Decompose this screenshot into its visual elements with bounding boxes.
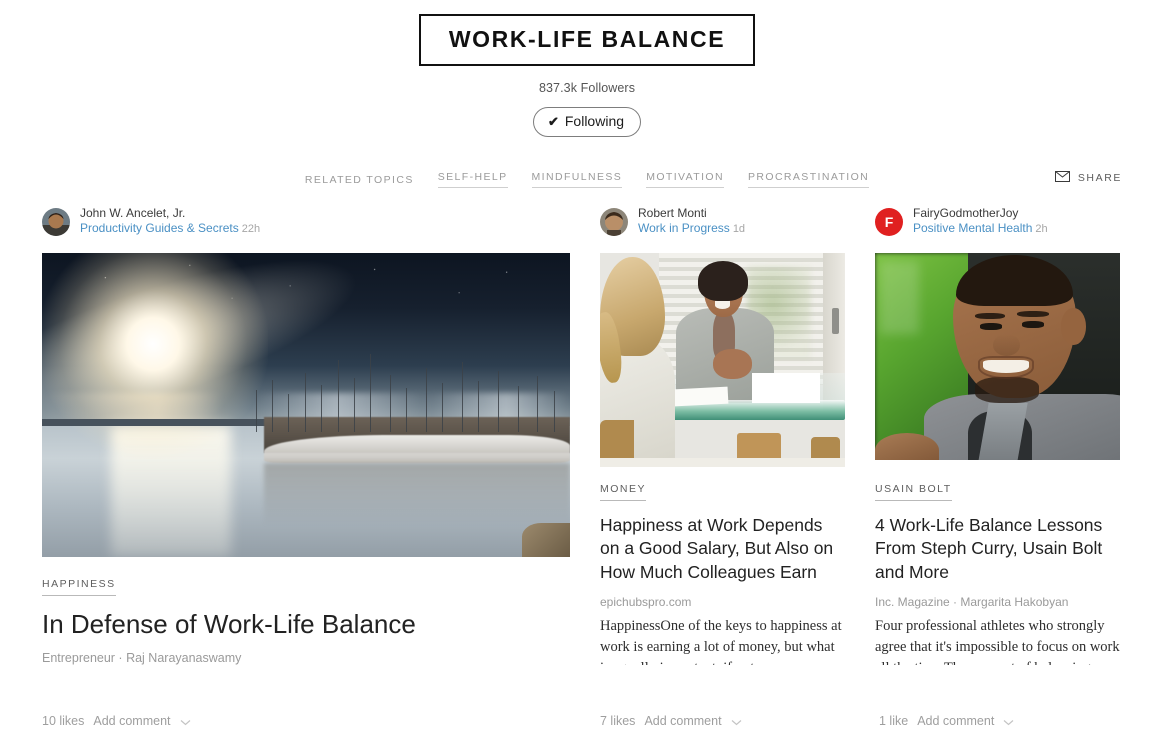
magazine-header: WORK-LIFE BALANCE 837.3k Followers ✔ Fol… (0, 0, 1174, 137)
add-comment-button[interactable]: Add comment (644, 714, 721, 728)
topic-tag[interactable]: MONEY (600, 483, 647, 501)
envelope-icon (1054, 169, 1070, 187)
article-card-grid: John W. Ancelet, Jr. Productivity Guides… (0, 205, 1174, 665)
image-masts (243, 350, 570, 433)
article-image[interactable] (600, 252, 845, 467)
avatar-photo (42, 207, 70, 236)
author-row: Robert Monti Work in Progress 1d (600, 205, 845, 239)
avatar-photo (600, 207, 628, 236)
card-action-bar: 10 likes Add comment (42, 713, 191, 729)
article-excerpt: Four professional athletes who strongly … (875, 617, 1120, 665)
magazine-link[interactable]: Productivity Guides & Secrets (80, 221, 239, 235)
author-name: Robert Monti (638, 206, 707, 221)
card-action-bar: 7 likes Add comment (600, 713, 742, 729)
image-light-strip (879, 261, 920, 335)
card-action-bar: 1 like Add comment (879, 713, 1014, 729)
topic-link-mindfulness[interactable]: MINDFULNESS (531, 171, 623, 189)
likes-count[interactable]: 1 like (879, 714, 908, 728)
image-rock (522, 522, 570, 557)
image-brow-left (975, 312, 1005, 320)
related-topics-bar: RELATED TOPICS SELF-HELP MINDFULNESS MOT… (0, 163, 1174, 197)
likes-count[interactable]: 10 likes (42, 714, 84, 728)
image-nose (992, 334, 1020, 356)
article-source: epichubspro.com (600, 594, 692, 609)
page-title: WORK-LIFE BALANCE (448, 26, 726, 52)
image-sun (42, 252, 268, 459)
author-row: John W. Ancelet, Jr. Productivity Guides… (42, 205, 570, 239)
image-boat-hulls (263, 435, 570, 463)
share-button[interactable]: SHARE (1054, 169, 1122, 187)
author-lines: FairyGodmotherJoy Positive Mental Health… (913, 206, 1048, 237)
chevron-down-icon[interactable] (731, 715, 742, 729)
image-eye-right (1022, 321, 1045, 328)
image-teeth (982, 359, 1030, 373)
image-reflections (263, 462, 570, 527)
timestamp: 1d (732, 223, 746, 236)
author-row: F FairyGodmotherJoy Positive Mental Heal… (875, 205, 1120, 239)
author-name: FairyGodmotherJoy (913, 206, 1019, 221)
topic-tag[interactable]: HAPPINESS (42, 578, 116, 596)
chevron-down-icon[interactable] (1003, 715, 1014, 729)
author-lines: John W. Ancelet, Jr. Productivity Guides… (80, 206, 260, 237)
topic-link-procrastination[interactable]: PROCRASTINATION (747, 171, 870, 189)
article-card: John W. Ancelet, Jr. Productivity Guides… (42, 205, 570, 665)
avatar[interactable] (42, 207, 70, 236)
author-lines: Robert Monti Work in Progress 1d (638, 206, 745, 237)
article-image[interactable] (875, 252, 1120, 467)
follow-button-wrap: ✔ Following (0, 107, 1174, 137)
image-paper (673, 386, 728, 407)
article-card: F FairyGodmotherJoy Positive Mental Heal… (875, 205, 1120, 665)
article-source: Entrepreneur · Raj Narayanaswamy (42, 650, 242, 665)
image-floor (600, 458, 845, 467)
following-button[interactable]: ✔ Following (532, 107, 642, 137)
article-text: MONEY Happiness at Work Depends on a Goo… (600, 467, 845, 665)
article-image[interactable] (42, 252, 570, 557)
related-topics-list: RELATED TOPICS SELF-HELP MINDFULNESS MOT… (0, 163, 1174, 197)
article-headline[interactable]: 4 Work-Life Balance Lessons From Steph C… (875, 514, 1120, 585)
follower-count: 837.3k Followers (538, 81, 636, 95)
image-beard (975, 376, 1040, 403)
add-comment-button[interactable]: Add comment (917, 714, 994, 728)
timestamp: 2h (1035, 223, 1048, 236)
check-icon: ✔ (547, 113, 559, 129)
image-brow-right (1017, 310, 1049, 317)
share-label: SHARE (1077, 171, 1122, 184)
article-card: Robert Monti Work in Progress 1d MONEY H… (600, 205, 845, 665)
avatar[interactable]: F (875, 207, 903, 236)
image-paper-right (751, 372, 821, 403)
topic-link-motivation[interactable]: MOTIVATION (646, 171, 724, 189)
likes-count[interactable]: 7 likes (600, 714, 635, 728)
chevron-down-icon[interactable] (180, 715, 191, 729)
image-eye-left (980, 323, 1003, 330)
article-excerpt: HappinessOne of the keys to happiness at… (600, 617, 842, 665)
image-door-handle (831, 308, 839, 335)
magazine-link[interactable]: Positive Mental Health (913, 221, 1032, 235)
magazine-link[interactable]: Work in Progress (638, 221, 730, 235)
timestamp: 22h (241, 223, 261, 236)
magazine-line: Productivity Guides & Secrets 22h (80, 221, 260, 237)
article-card-body: F FairyGodmotherJoy Positive Mental Heal… (875, 205, 1120, 665)
author-name: John W. Ancelet, Jr. (80, 206, 186, 221)
magazine-line: Positive Mental Health 2h (913, 221, 1048, 237)
article-headline[interactable]: Happiness at Work Depends on a Good Sala… (600, 514, 845, 585)
magazine-line: Work in Progress 1d (638, 221, 745, 237)
related-topics-label: RELATED TOPICS (304, 173, 414, 186)
article-headline[interactable]: In Defense of Work-Life Balance (42, 609, 570, 640)
add-comment-button[interactable]: Add comment (93, 714, 170, 728)
avatar[interactable] (600, 207, 628, 236)
avatar-initial: F (875, 207, 903, 236)
article-card-body: John W. Ancelet, Jr. Productivity Guides… (42, 205, 570, 665)
image-bottom-edge (875, 460, 1120, 467)
topic-link-self-help[interactable]: SELF-HELP (437, 171, 508, 189)
article-card-body: Robert Monti Work in Progress 1d MONEY H… (600, 205, 845, 665)
article-text: HAPPINESS In Defense of Work-Life Balanc… (42, 557, 570, 665)
following-button-label: Following (564, 113, 625, 129)
topic-tag[interactable]: USAIN BOLT (875, 483, 952, 501)
image-hands (712, 349, 752, 380)
article-text: USAIN BOLT 4 Work-Life Balance Lessons F… (875, 467, 1120, 665)
article-source: Inc. Magazine · Margarita Hakobyan (875, 594, 1069, 609)
image-ear (1061, 308, 1086, 345)
magazine-title-box: WORK-LIFE BALANCE (418, 14, 756, 66)
